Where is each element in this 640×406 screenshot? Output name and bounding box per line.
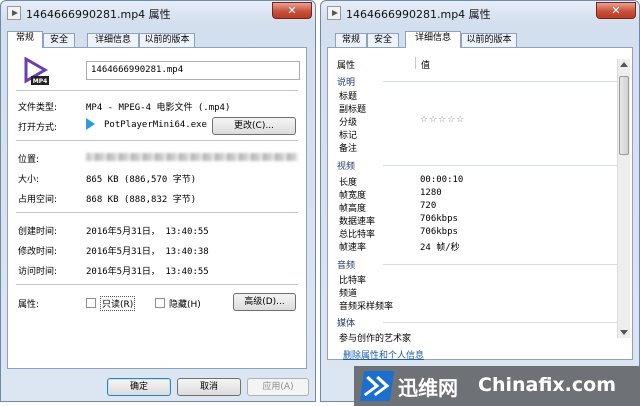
tab-general[interactable]: 常规 [7, 31, 43, 48]
prop-audio-sample-rate[interactable]: 音频采样频率 [339, 299, 393, 312]
divider [16, 284, 298, 285]
attributes-label: 属性: [18, 300, 40, 310]
length-value: 00:00:10 [420, 175, 464, 185]
disk-size-label: 占用空间: [18, 195, 58, 205]
tab-security[interactable]: 安全 [43, 33, 75, 47]
group-media: 媒体 [337, 319, 356, 329]
remove-properties-link[interactable]: 删除属性和个人信息 [343, 348, 424, 361]
window-title: 1464666990281.mp4 属性 [26, 8, 171, 21]
properties-window-details: 1464666990281.mp4 属性 ✕ 常规 安全 详细信息 以前的版本 … [320, 0, 640, 402]
scroll-down-icon[interactable] [620, 330, 628, 335]
watermark-cn: 迅维网 [398, 376, 458, 400]
cancel-button[interactable]: 取消 [177, 378, 241, 396]
file-icon [327, 6, 341, 20]
tab-details[interactable]: 详细信息 [87, 33, 139, 47]
play-icon [86, 118, 95, 130]
modified-label: 修改时间: [18, 247, 58, 257]
group-line [383, 322, 617, 323]
readonly-checkbox[interactable] [86, 298, 96, 308]
mp4-icon-caption: MP4 [33, 78, 48, 85]
group-audio: 音频 [337, 261, 356, 271]
column-header-value[interactable]: 值 [421, 58, 430, 71]
close-button[interactable]: ✕ [272, 2, 312, 19]
size-label: 大小: [18, 175, 40, 185]
divider [16, 140, 298, 141]
accessed-label: 访问时间: [18, 267, 58, 277]
data-rate-value: 706kbps [420, 214, 458, 224]
location-blurred-value [86, 153, 298, 161]
location-label: 位置: [18, 155, 40, 165]
frame-rate-value: 24 帧/秒 [420, 243, 460, 253]
file-type-value: MP4 - MPEG-4 电影文件 (.mp4) [86, 103, 231, 113]
filename-value: 1464666990281.mp4 [91, 65, 184, 75]
file-icon [7, 6, 21, 20]
created-label: 创建时间: [18, 227, 58, 237]
column-divider [415, 57, 416, 69]
advanced-button[interactable]: 高级(D)... [233, 293, 296, 311]
properties-window-general: 1464666990281.mp4 属性 ✕ 常规 安全 详细信息 以前的版本 … [0, 0, 316, 402]
scroll-up-icon[interactable] [620, 62, 628, 67]
watermark-banner: 迅维网 Chinafix.com [354, 366, 640, 406]
prop-frame-width[interactable]: 帧宽度 [339, 188, 366, 201]
created-value: 2016年5月31日， 13:40:55 [86, 227, 209, 237]
prop-title[interactable]: 标题 [339, 89, 357, 102]
title-bar[interactable]: 1464666990281.mp4 属性 ✕ [321, 1, 639, 25]
title-bar[interactable]: 1464666990281.mp4 属性 ✕ [1, 1, 315, 25]
accessed-value: 2016年5月31日， 13:40:55 [86, 267, 209, 277]
file-type-label: 文件类型: [18, 103, 58, 113]
divider [16, 90, 298, 91]
group-line [383, 165, 617, 166]
prop-frame-rate[interactable]: 帧速率 [339, 240, 366, 253]
prop-total-bitrate[interactable]: 总比特率 [339, 227, 375, 240]
open-with-label: 打开方式: [18, 123, 58, 133]
prop-data-rate[interactable]: 数据速率 [339, 214, 375, 227]
prop-channels[interactable]: 频道 [339, 286, 357, 299]
group-video: 视频 [337, 162, 356, 172]
prop-rating[interactable]: 分级 [339, 115, 357, 128]
group-description: 说明 [337, 78, 356, 88]
prop-length[interactable]: 长度 [339, 175, 357, 188]
prop-tags[interactable]: 标记 [339, 128, 357, 141]
filename-input[interactable]: 1464666990281.mp4 [86, 61, 300, 80]
prop-subtitle[interactable]: 副标题 [339, 102, 366, 115]
apply-button[interactable]: 应用(A) [247, 378, 309, 396]
details-list: 属性 值 说明 标题 副标题 分级 ☆☆☆☆☆ 标记 备注 视频 长度 00:0… [329, 49, 631, 358]
change-button[interactable]: 更改(C)... [212, 117, 296, 135]
column-header-property[interactable]: 属性 [337, 58, 355, 71]
details-panel: 属性 值 说明 标题 副标题 分级 ☆☆☆☆☆ 标记 备注 视频 长度 00:0… [327, 47, 633, 360]
group-line [383, 81, 617, 82]
rating-stars[interactable]: ☆☆☆☆☆ [420, 115, 465, 125]
mp4-file-icon: MP4 [24, 57, 49, 85]
prop-frame-height[interactable]: 帧高度 [339, 201, 366, 214]
tab-details[interactable]: 详细信息 [405, 31, 461, 48]
frame-height-value: 720 [420, 201, 437, 211]
ok-button[interactable]: 确定 [107, 378, 171, 396]
general-panel: MP4 1464666990281.mp4 文件类型: MP4 - MPEG-4… [7, 47, 307, 369]
divider [16, 212, 298, 213]
size-value: 865 KB (886,570 字节) [86, 175, 197, 185]
group-line [383, 264, 617, 265]
modified-value: 2016年5月31日， 13:40:38 [86, 247, 209, 257]
tab-previous-versions[interactable]: 以前的版本 [461, 33, 517, 47]
close-button[interactable]: ✕ [596, 2, 636, 19]
watermark-en: Chinafix.com [478, 374, 617, 396]
readonly-label[interactable]: 只读(R) [100, 296, 136, 311]
watermark-logo-icon [359, 371, 395, 401]
frame-width-value: 1280 [420, 188, 442, 198]
total-bitrate-value: 706kbps [420, 227, 458, 237]
disk-size-value: 868 KB (888,832 字节) [86, 195, 197, 205]
hidden-label[interactable]: 隐藏(H) [169, 297, 201, 310]
prop-comments[interactable]: 备注 [339, 141, 357, 154]
tab-security[interactable]: 安全 [367, 33, 399, 47]
prop-contributing-artists[interactable]: 参与创作的艺术家 [339, 331, 411, 344]
prop-bitrate[interactable]: 比特率 [339, 273, 366, 286]
tab-general[interactable]: 常规 [335, 33, 367, 47]
vertical-scrollbar[interactable] [617, 59, 630, 338]
tab-previous-versions[interactable]: 以前的版本 [139, 33, 195, 47]
hidden-checkbox[interactable] [155, 298, 165, 308]
window-title: 1464666990281.mp4 属性 [346, 8, 491, 21]
scroll-thumb[interactable] [619, 76, 629, 155]
open-with-value: PotPlayerMini64.exe [104, 120, 207, 130]
